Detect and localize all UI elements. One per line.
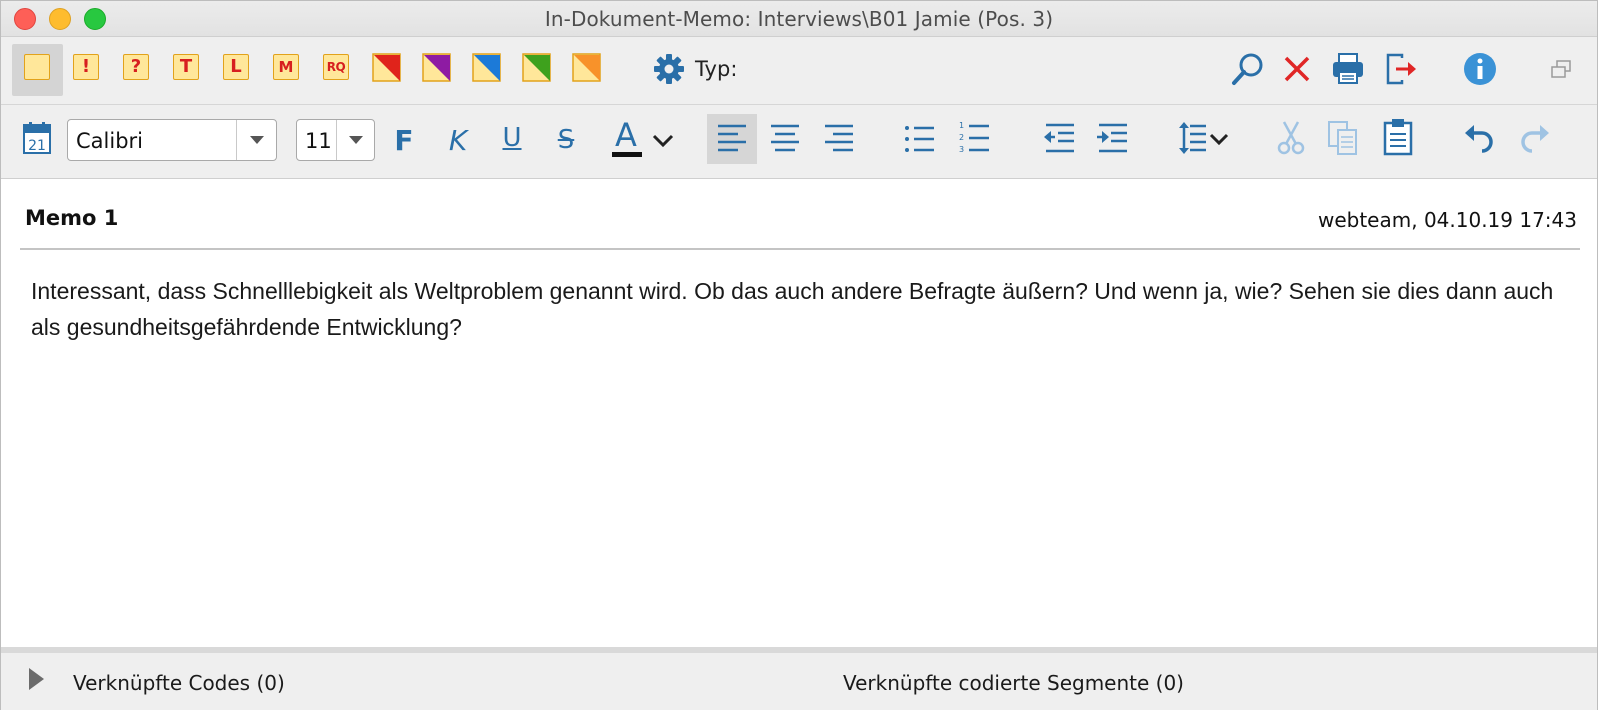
memo-text-editor[interactable]: Interessant, dass Schnelllebigkeit als W… bbox=[31, 273, 1576, 345]
memo-green-icon[interactable] bbox=[522, 53, 552, 83]
memo-t-icon[interactable]: T bbox=[173, 54, 199, 80]
search-icon[interactable] bbox=[1230, 51, 1266, 87]
memo-exclamation-icon[interactable]: ! bbox=[73, 54, 99, 80]
copy-icon[interactable] bbox=[1327, 120, 1359, 156]
numbered-list-icon[interactable]: 1 2 3 bbox=[959, 120, 991, 156]
font-size-select[interactable]: 11 bbox=[296, 119, 375, 161]
undock-icon[interactable] bbox=[1550, 59, 1572, 79]
decrease-indent-icon[interactable] bbox=[1042, 122, 1076, 156]
memo-type-toolbar: ! ? T L M RQ Typ: bbox=[1, 37, 1597, 105]
format-toolbar: 21 Calibri 11 F K U S A 1 2 3 bbox=[1, 105, 1597, 179]
memo-window: In-Dokument-Memo: Interviews\B01 Jamie (… bbox=[0, 0, 1598, 710]
font-name-dropdown-button[interactable] bbox=[236, 120, 276, 160]
svg-text:2: 2 bbox=[959, 133, 964, 142]
align-right-icon[interactable] bbox=[823, 122, 855, 156]
text-color-swatch bbox=[612, 152, 642, 157]
memo-l-icon[interactable]: L bbox=[223, 54, 249, 80]
memo-blue-icon[interactable] bbox=[472, 53, 502, 83]
increase-indent-icon[interactable] bbox=[1095, 122, 1129, 156]
linked-codes-label[interactable]: Verknüpfte Codes (0) bbox=[73, 671, 285, 695]
italic-button[interactable]: K bbox=[443, 122, 473, 158]
info-icon[interactable] bbox=[1462, 51, 1498, 87]
svg-text:1: 1 bbox=[959, 121, 964, 130]
text-color-button[interactable]: A bbox=[610, 115, 642, 155]
font-name-select[interactable]: Calibri bbox=[67, 119, 277, 161]
memo-red-icon[interactable] bbox=[372, 53, 402, 83]
memo-title: Memo 1 bbox=[25, 206, 119, 230]
linked-segments-label[interactable]: Verknüpfte codierte Segmente (0) bbox=[843, 671, 1184, 695]
delete-icon[interactable] bbox=[1283, 55, 1311, 83]
chevron-down-icon[interactable] bbox=[651, 133, 675, 149]
cut-icon[interactable] bbox=[1276, 120, 1306, 156]
strikethrough-button[interactable]: S bbox=[551, 122, 581, 158]
type-label: Typ: bbox=[695, 57, 738, 81]
export-icon[interactable] bbox=[1384, 51, 1418, 87]
calendar-day-text: 21 bbox=[28, 138, 46, 154]
undo-icon[interactable] bbox=[1464, 123, 1496, 153]
memo-standard-icon[interactable] bbox=[24, 54, 50, 80]
memo-question-icon[interactable]: ? bbox=[123, 54, 149, 80]
chevron-down-icon bbox=[249, 136, 264, 144]
chevron-down-icon bbox=[348, 136, 363, 144]
bold-button[interactable]: F bbox=[389, 122, 419, 158]
font-size-dropdown-button[interactable] bbox=[336, 120, 374, 160]
memo-header-divider bbox=[20, 248, 1580, 250]
memo-orange-icon[interactable] bbox=[572, 53, 602, 83]
svg-text:3: 3 bbox=[959, 145, 964, 154]
line-spacing-icon[interactable] bbox=[1178, 120, 1234, 156]
memo-author-date: webteam, 04.10.19 17:43 bbox=[1317, 208, 1577, 232]
memo-m-icon[interactable]: M bbox=[273, 54, 299, 80]
align-left-icon[interactable] bbox=[716, 122, 748, 156]
linked-items-bar: Verknüpfte Codes (0) Verknüpfte codierte… bbox=[1, 647, 1597, 710]
font-size-value: 11 bbox=[305, 129, 332, 153]
paste-icon[interactable] bbox=[1383, 118, 1413, 156]
align-center-icon[interactable] bbox=[769, 122, 801, 156]
font-name-value: Calibri bbox=[76, 129, 143, 153]
underline-button[interactable]: U bbox=[497, 120, 527, 156]
title-bar: In-Dokument-Memo: Interviews\B01 Jamie (… bbox=[1, 1, 1597, 37]
bullet-list-icon[interactable] bbox=[904, 122, 936, 156]
print-icon[interactable] bbox=[1330, 51, 1366, 87]
memo-purple-icon[interactable] bbox=[422, 53, 452, 83]
window-title: In-Dokument-Memo: Interviews\B01 Jamie (… bbox=[544, 7, 1054, 31]
memo-rq-icon[interactable]: RQ bbox=[323, 54, 349, 80]
insert-date-icon[interactable]: 21 bbox=[22, 121, 52, 155]
gear-icon[interactable] bbox=[653, 53, 685, 85]
expand-triangle-icon[interactable] bbox=[27, 667, 45, 691]
redo-icon[interactable] bbox=[1518, 123, 1550, 153]
